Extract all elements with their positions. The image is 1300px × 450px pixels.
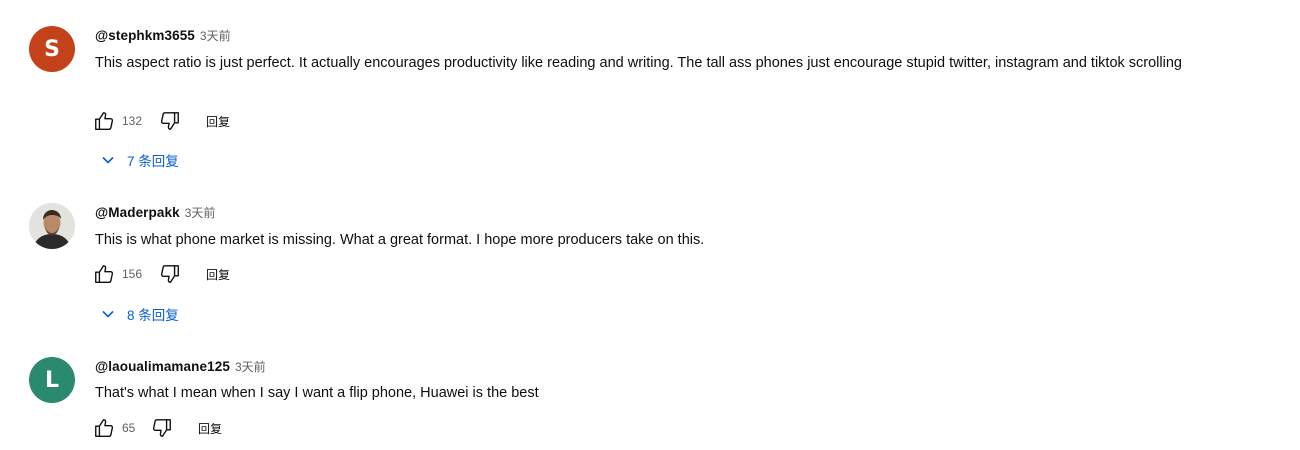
like-count: 132 (122, 114, 143, 128)
comment-text: This is what phone market is missing. Wh… (95, 232, 705, 248)
avatar-photo (29, 203, 75, 249)
author-name[interactable]: @Maderpakk (95, 205, 180, 220)
author-name[interactable]: @laoualimamane125 (95, 359, 230, 374)
avatar[interactable]: L (29, 357, 75, 403)
view-replies-button[interactable]: 7 条回复 (98, 150, 179, 170)
chevron-down-icon (98, 150, 118, 170)
reply-button[interactable]: 回复 (198, 420, 222, 437)
reply-button[interactable]: 回复 (206, 266, 230, 283)
chevron-down-icon (98, 304, 118, 324)
reply-button[interactable]: 回复 (206, 113, 230, 130)
comment-text: That's what I mean when I say I want a f… (95, 385, 539, 401)
author-name[interactable]: @stephkm3655 (95, 28, 195, 43)
comment-text: This aspect ratio is just perfect. It ac… (95, 55, 1182, 71)
comment-header: @Maderpakk 3天前 (95, 204, 215, 221)
replies-count-label: 8 条回复 (127, 308, 179, 323)
like-count: 65 (122, 421, 136, 435)
comment-actions: 132 回复 (92, 109, 230, 133)
like-icon[interactable] (92, 262, 116, 286)
dislike-icon[interactable] (150, 416, 174, 440)
comment-header: @stephkm3655 3天前 (95, 27, 231, 44)
comment-header: @laoualimamane125 3天前 (95, 358, 266, 375)
dislike-icon[interactable] (158, 109, 182, 133)
comment-time[interactable]: 3天前 (200, 27, 231, 44)
comment-actions: 156 回复 (92, 262, 230, 286)
comment-time[interactable]: 3天前 (185, 204, 216, 221)
like-count: 156 (122, 267, 143, 281)
comment-time[interactable]: 3天前 (235, 358, 266, 375)
view-replies-button[interactable]: 8 条回复 (98, 304, 179, 324)
comment-actions: 65 回复 (92, 416, 222, 440)
avatar-letter: L (44, 367, 60, 393)
dislike-icon[interactable] (158, 262, 182, 286)
avatar[interactable] (29, 203, 75, 249)
like-icon[interactable] (92, 416, 116, 440)
avatar-letter: S (44, 36, 60, 62)
like-icon[interactable] (92, 109, 116, 133)
replies-count-label: 7 条回复 (127, 154, 179, 169)
avatar[interactable]: S (29, 26, 75, 72)
